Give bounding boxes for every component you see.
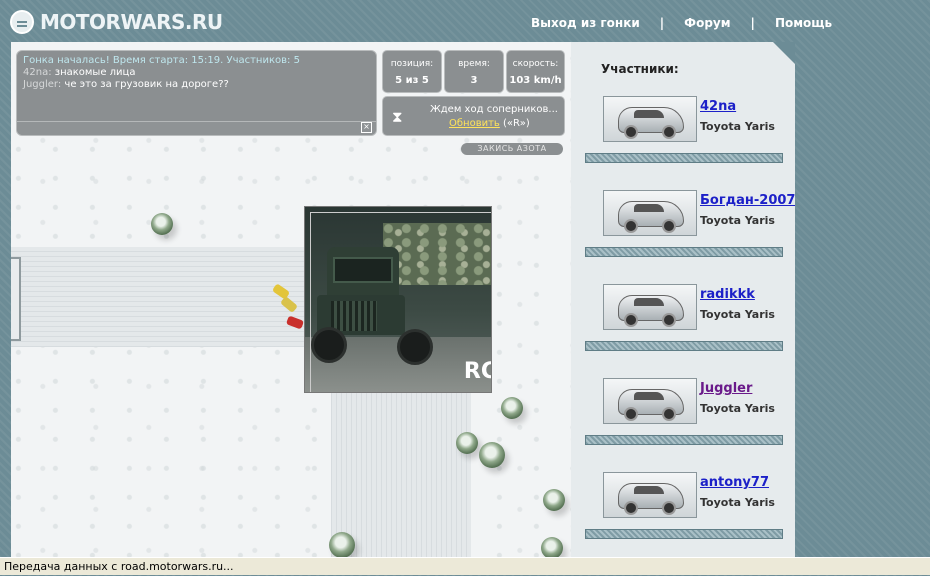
time-stat: время: 3 <box>444 50 504 93</box>
top-navigation: Выход из гонки | Форум | Помощь <box>531 16 832 30</box>
tree <box>543 489 565 511</box>
position-label: позиция: <box>390 59 434 69</box>
close-icon[interactable]: × <box>361 122 372 133</box>
track-barrier <box>11 257 21 341</box>
participant-progress-bar <box>585 247 783 257</box>
chat-text: че это за грузовик на дороге?? <box>64 79 229 90</box>
browser-status-bar: Передача данных с road.motorwars.ru... <box>0 557 930 575</box>
road-vertical <box>331 372 471 557</box>
participant-card: Juggler Toyota Yaris <box>585 378 785 456</box>
nav-exit-race-link[interactable]: Выход из гонки <box>531 16 640 30</box>
chat-panel: Гонка началась! Время старта: 15:19. Уча… <box>16 50 377 136</box>
speed-stat: скорость: 103 km/h <box>506 50 565 93</box>
speed-label: скорость: <box>512 59 559 69</box>
nav-help-link[interactable]: Помощь <box>775 16 832 30</box>
time-label: время: <box>458 59 490 69</box>
site-logo[interactable]: MOTORWARS.RU <box>10 8 223 36</box>
chat-system-message: Гонка началась! Время старта: 15:19. Уча… <box>23 55 300 66</box>
refresh-link[interactable]: Обновить <box>449 118 500 129</box>
participant-progress-bar <box>585 529 783 539</box>
participant-name[interactable]: Богдан-2007 <box>700 193 795 208</box>
participant-progress-bar <box>585 153 783 163</box>
nitro-button[interactable]: ЗАКИСЬ АЗОТА <box>461 143 563 155</box>
participant-progress-bar <box>585 341 783 351</box>
chat-author: Juggler: <box>23 79 62 90</box>
nav-separator: | <box>659 16 665 30</box>
waiting-text: Ждем ход соперников... <box>430 104 558 115</box>
participant-car: Toyota Yaris <box>700 308 775 321</box>
participant-name[interactable]: Juggler <box>700 381 752 396</box>
position-value: 5 из 5 <box>395 75 429 86</box>
tree <box>456 432 478 454</box>
participants-title: Участники: <box>601 62 679 76</box>
road-horizontal <box>11 247 311 347</box>
chat-input[interactable] <box>17 121 376 135</box>
position-stat: позиция: 5 из 5 <box>382 50 442 93</box>
nav-separator: | <box>750 16 755 30</box>
participant-card: antony77 Toyota Yaris <box>585 472 785 550</box>
speed-value: 103 km/h <box>509 75 562 86</box>
participant-car: Toyota Yaris <box>700 496 775 509</box>
participant-card: Богдан-2007 Toyota Yaris <box>585 190 795 268</box>
chat-text: знакомые лица <box>54 67 136 78</box>
participant-car: Toyota Yaris <box>700 214 775 227</box>
car-thumbnail <box>603 378 697 424</box>
car-thumbnail <box>603 472 697 518</box>
participant-card: radikkk Toyota Yaris <box>585 284 785 362</box>
nav-forum-link[interactable]: Форум <box>684 16 730 30</box>
logo-icon <box>10 10 34 34</box>
car-thumbnail <box>603 96 697 142</box>
tree <box>329 532 355 557</box>
time-value: 3 <box>470 75 478 86</box>
game-frame: Гонка началась! Время старта: 15:19. Уча… <box>11 42 795 557</box>
hourglass-icon: ⧗ <box>392 108 403 126</box>
truck-popup-image: RC <box>304 206 492 393</box>
car-thumbnail <box>603 190 697 236</box>
tree <box>151 213 173 235</box>
chat-message: 42na: знакомые лица <box>23 67 370 79</box>
participant-name[interactable]: radikkk <box>700 287 755 302</box>
refresh-row: Обновить («R») <box>449 118 530 129</box>
popup-label: RC <box>463 359 491 384</box>
tree <box>501 397 523 419</box>
car-thumbnail <box>603 284 697 330</box>
participant-name[interactable]: 42na <box>700 99 736 114</box>
participant-name[interactable]: antony77 <box>700 475 769 490</box>
waiting-panel: ⧗ Ждем ход соперников... Обновить («R») <box>382 96 565 136</box>
participant-progress-bar <box>585 435 783 445</box>
tree <box>541 537 563 557</box>
participant-card: 42na Toyota Yaris <box>585 96 785 174</box>
logo-text: MOTORWARS.RU <box>40 10 223 34</box>
participant-car: Toyota Yaris <box>700 120 775 133</box>
race-map[interactable]: Гонка началась! Время старта: 15:19. Уча… <box>11 42 571 557</box>
chat-message: Juggler: че это за грузовик на дороге?? <box>23 79 370 91</box>
refresh-hotkey: («R») <box>503 118 530 129</box>
panel-corner <box>773 42 795 64</box>
participants-panel: Участники: 42na Toyota Yaris Богдан-2007… <box>571 42 795 557</box>
chat-author: 42na: <box>23 67 52 78</box>
tree <box>479 442 505 468</box>
participant-car: Toyota Yaris <box>700 402 775 415</box>
